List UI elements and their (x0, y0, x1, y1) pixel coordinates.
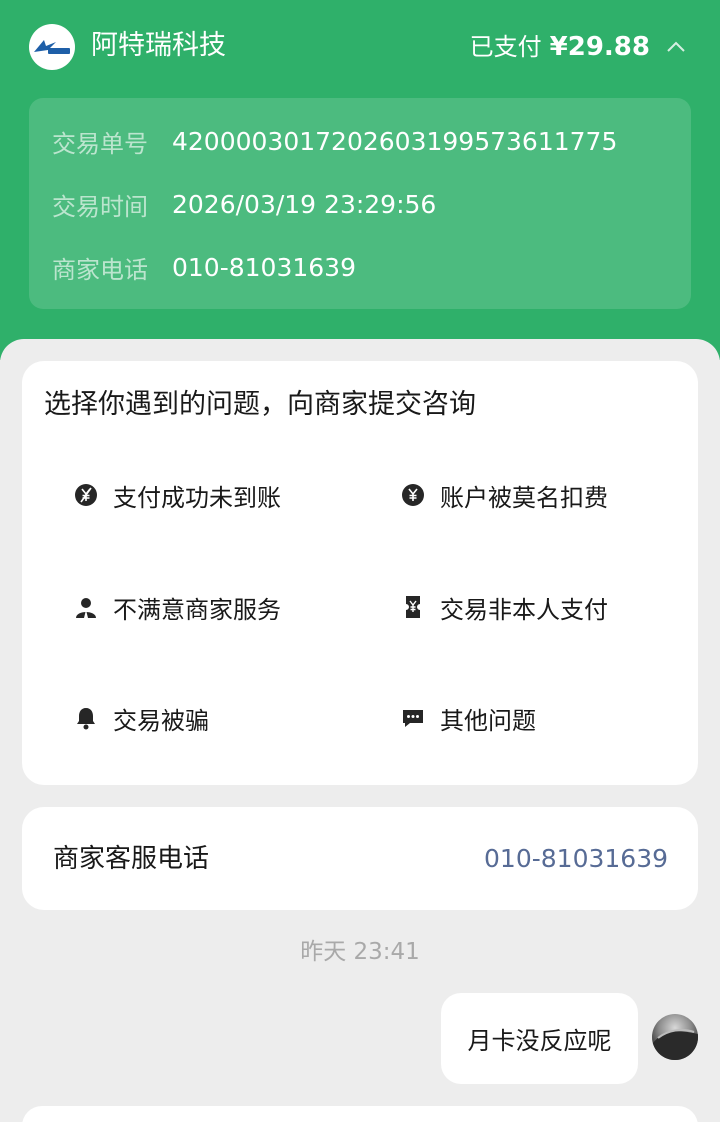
issue-label: 支付成功未到账 (113, 483, 281, 512)
bell-icon (73, 705, 99, 731)
transaction-time-value: 2026/03/19 23:29:56 (172, 189, 437, 219)
chat-bubble-icon (400, 705, 426, 731)
issues-title: 选择你遇到的问题，向商家提交咨询 (44, 389, 476, 420)
transaction-row-id: 交易单号 4200003017202603199573611775 (52, 121, 617, 161)
issue-fraud[interactable]: 交易被骗 (73, 698, 209, 738)
issue-label: 账户被莫名扣费 (440, 483, 608, 512)
ticket-icon (400, 594, 426, 620)
transaction-time-label: 交易时间 (52, 192, 148, 221)
transaction-info: 交易单号 4200003017202603199573611775 交易时间 2… (29, 98, 691, 309)
issue-unauthorized-payment[interactable]: 交易非本人支付 (400, 587, 608, 627)
transaction-id-label: 交易单号 (52, 129, 148, 158)
service-phone-link[interactable]: 010-81031639 (484, 839, 668, 879)
chat-timestamp: 昨天 23:41 (300, 939, 420, 965)
issue-other[interactable]: 其他问题 (400, 698, 536, 738)
merchant-name: 阿特瑞科技 (91, 30, 226, 61)
service-phone-card: 商家客服电话 010-81031639 (22, 807, 698, 910)
merchant-logo-icon (34, 40, 70, 54)
issue-label: 交易非本人支付 (440, 595, 608, 624)
service-phone-label: 商家客服电话 (53, 844, 210, 874)
merchant-phone-label: 商家电话 (52, 255, 148, 284)
payment-status-label: 已支付 (469, 33, 542, 61)
chevron-up-icon[interactable] (665, 36, 687, 58)
issue-unsatisfied-service[interactable]: 不满意商家服务 (73, 587, 281, 627)
merchant-phone-value[interactable]: 010-81031639 (172, 253, 356, 282)
issue-label: 不满意商家服务 (113, 595, 281, 624)
issue-payment-not-received[interactable]: 支付成功未到账 (73, 475, 281, 515)
payment-header: 阿特瑞科技 已支付 ¥29.88 交易单号 4200003017202603199… (0, 0, 720, 360)
next-message-card (22, 1106, 698, 1122)
transaction-row-phone: 商家电话 010-81031639 (52, 247, 356, 287)
transaction-row-time: 交易时间 2026/03/19 23:29:56 (52, 184, 436, 224)
transaction-id-value: 4200003017202603199573611775 (172, 126, 618, 156)
payment-amount: ¥29.88 (549, 32, 650, 62)
issue-label: 其他问题 (440, 706, 536, 735)
avatar-image (652, 1029, 698, 1060)
issues-card: 选择你遇到的问题，向商家提交咨询 支付成功未到账 账户被莫名扣费 不满意商家服务… (22, 361, 698, 785)
payment-status: 已支付 ¥29.88 (470, 28, 650, 66)
chat-message-bubble[interactable]: 月卡没反应呢 (441, 993, 638, 1084)
chat-message-text: 月卡没反应呢 (467, 1027, 612, 1055)
merchant-logo[interactable] (29, 24, 75, 70)
yuan-circle-icon (400, 482, 426, 508)
yuan-slash-icon (73, 482, 99, 508)
user-avatar[interactable] (652, 1014, 698, 1060)
issue-label: 交易被骗 (113, 706, 209, 735)
issue-unexpected-charge[interactable]: 账户被莫名扣费 (400, 475, 608, 515)
person-icon (73, 594, 99, 620)
